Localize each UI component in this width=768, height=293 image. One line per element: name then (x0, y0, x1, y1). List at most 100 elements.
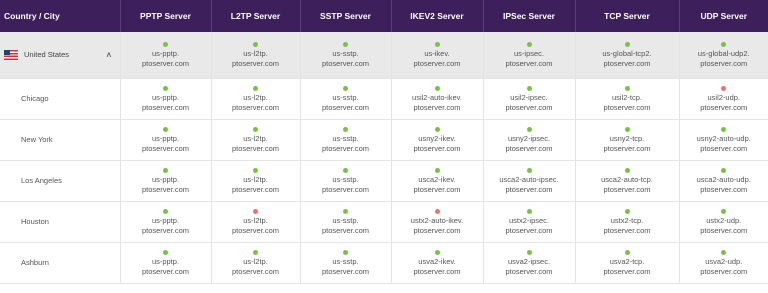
server-host: usny2-ipsec. (507, 133, 551, 143)
table-body: United States ˄ us-pptp. ptoserver.com us-… (0, 32, 768, 284)
city-name: Ashburn (0, 242, 121, 284)
server-host: us-l2tp. (243, 48, 268, 58)
status-up-icon (163, 85, 168, 91)
server-host: usca2-auto-tcp. (601, 174, 653, 184)
server-host: us-pptp. (151, 174, 180, 184)
server-domain: ptoserver.com (505, 143, 553, 153)
server-domain: ptoserver.com (505, 184, 553, 194)
country-server-cell: us-pptp. ptoserver.com (120, 32, 212, 79)
server-host: us-sstp. (332, 48, 359, 58)
server-host: us-global-udp2. (697, 48, 750, 58)
server-domain: ptoserver.com (603, 143, 651, 153)
city-server-cell: usva2-ipsec. ptoserver.com (483, 242, 576, 284)
server-host: us-ikev. (424, 48, 450, 58)
server-domain: ptoserver.com (700, 184, 748, 194)
status-up-icon (526, 126, 532, 132)
city-name: Los Angeles (0, 160, 121, 202)
status-up-icon (721, 208, 727, 214)
city-server-cell: us-sstp. ptoserver.com (300, 78, 392, 120)
city-row: New York us-pptp. ptoserver.com us-l2tp. pto… (0, 119, 768, 161)
status-down-icon (434, 208, 440, 214)
server-domain: ptoserver.com (603, 184, 651, 194)
server-host: us-pptp. (151, 133, 180, 143)
status-up-icon (721, 167, 727, 173)
city-server-cell: us-sstp. ptoserver.com (300, 201, 392, 243)
server-domain: ptoserver.com (321, 58, 370, 68)
column-header-ikev2: IKEV2 Server (391, 0, 484, 32)
server-host: us-pptp. (151, 48, 180, 58)
status-up-icon (253, 167, 258, 173)
city-server-cell: usny2-tcp. ptoserver.com (575, 119, 680, 161)
server-domain: ptoserver.com (141, 225, 190, 235)
city-server-cell: us-sstp. ptoserver.com (300, 242, 392, 284)
column-header-l2tp: L2TP Server (211, 0, 301, 32)
city-server-cell: usca2-auto-udp. ptoserver.com (679, 160, 768, 202)
server-domain: ptoserver.com (321, 143, 370, 153)
city-server-cell: usca2-auto-ipsec. ptoserver.com (483, 160, 576, 202)
status-up-icon (434, 249, 440, 255)
server-host: us-ipsec. (513, 48, 544, 58)
status-up-icon (163, 249, 168, 255)
country-row-united-states[interactable]: United States ˄ us-pptp. ptoserver.com us-… (0, 32, 768, 79)
server-domain: ptoserver.com (413, 143, 461, 153)
city-server-cell: us-pptp. ptoserver.com (120, 201, 212, 243)
city-server-cell: ustx2-udp. ptoserver.com (679, 201, 768, 243)
server-host: usva2-tcp. (609, 256, 645, 266)
status-up-icon (253, 249, 258, 255)
server-domain: ptoserver.com (231, 184, 280, 194)
column-header-ipsec: IPSec Server (483, 0, 576, 32)
server-host: us-l2tp. (243, 92, 268, 102)
country-cell[interactable]: United States ˄ (0, 32, 121, 79)
server-host: usva2-udp. (705, 256, 743, 266)
server-domain: ptoserver.com (603, 102, 651, 112)
server-domain: ptoserver.com (231, 102, 280, 112)
city-server-cell: usny2-ipsec. ptoserver.com (483, 119, 576, 161)
status-up-icon (163, 41, 168, 47)
server-host: ustx2-ipsec. (508, 215, 550, 225)
column-header-udp: UDP Server (679, 0, 768, 32)
server-status-table: Country / City PPTP Server L2TP Server S… (0, 0, 768, 284)
column-header-tcp: TCP Server (575, 0, 680, 32)
status-up-icon (343, 249, 348, 255)
server-host: us-global-tcp2. (602, 48, 652, 58)
server-domain: ptoserver.com (413, 184, 461, 194)
server-host: usny2-ikev. (418, 133, 456, 143)
server-domain: ptoserver.com (603, 225, 651, 235)
country-server-cell: us-global-udp2. ptoserver.com (679, 32, 768, 79)
city-server-cell: usca2-auto-tcp. ptoserver.com (575, 160, 680, 202)
table-header: Country / City PPTP Server L2TP Server S… (0, 0, 768, 32)
column-header-sstp: SSTP Server (300, 0, 392, 32)
chevron-up-icon[interactable]: ˄ (106, 50, 111, 60)
status-up-icon (163, 208, 168, 214)
server-domain: ptoserver.com (321, 102, 370, 112)
server-domain: ptoserver.com (505, 266, 553, 276)
server-host: usva2-ipsec. (507, 256, 551, 266)
status-up-icon (343, 85, 348, 91)
server-host: us-sstp. (332, 133, 359, 143)
status-up-icon (163, 167, 168, 173)
city-server-cell: ustx2-auto-ikev. ptoserver.com (391, 201, 484, 243)
server-domain: ptoserver.com (413, 266, 461, 276)
server-host: us-l2tp. (243, 215, 268, 225)
city-server-cell: usny2-ikev. ptoserver.com (391, 119, 484, 161)
status-up-icon (163, 126, 168, 132)
status-up-icon (434, 85, 440, 91)
server-host: us-l2tp. (243, 256, 268, 266)
status-up-icon (434, 126, 440, 132)
server-host: us-l2tp. (243, 174, 268, 184)
status-up-icon (253, 41, 258, 47)
city-server-cell: usny2-auto-udp. ptoserver.com (679, 119, 768, 161)
country-server-cell: us-ipsec. ptoserver.com (483, 32, 576, 79)
server-host: usca2-ikev. (418, 174, 456, 184)
server-host: usva2-ikev. (418, 256, 456, 266)
server-domain: ptoserver.com (603, 266, 651, 276)
server-host: usil2-tcp. (611, 92, 642, 102)
server-host: usny2-auto-udp. (696, 133, 751, 143)
city-server-cell: usil2-tcp. ptoserver.com (575, 78, 680, 120)
status-up-icon (526, 41, 532, 47)
server-host: us-sstp. (332, 215, 359, 225)
server-host: usca2-auto-ipsec. (499, 174, 559, 184)
server-domain: ptoserver.com (700, 102, 748, 112)
server-host: us-l2tp. (243, 133, 268, 143)
server-domain: ptoserver.com (700, 58, 748, 68)
